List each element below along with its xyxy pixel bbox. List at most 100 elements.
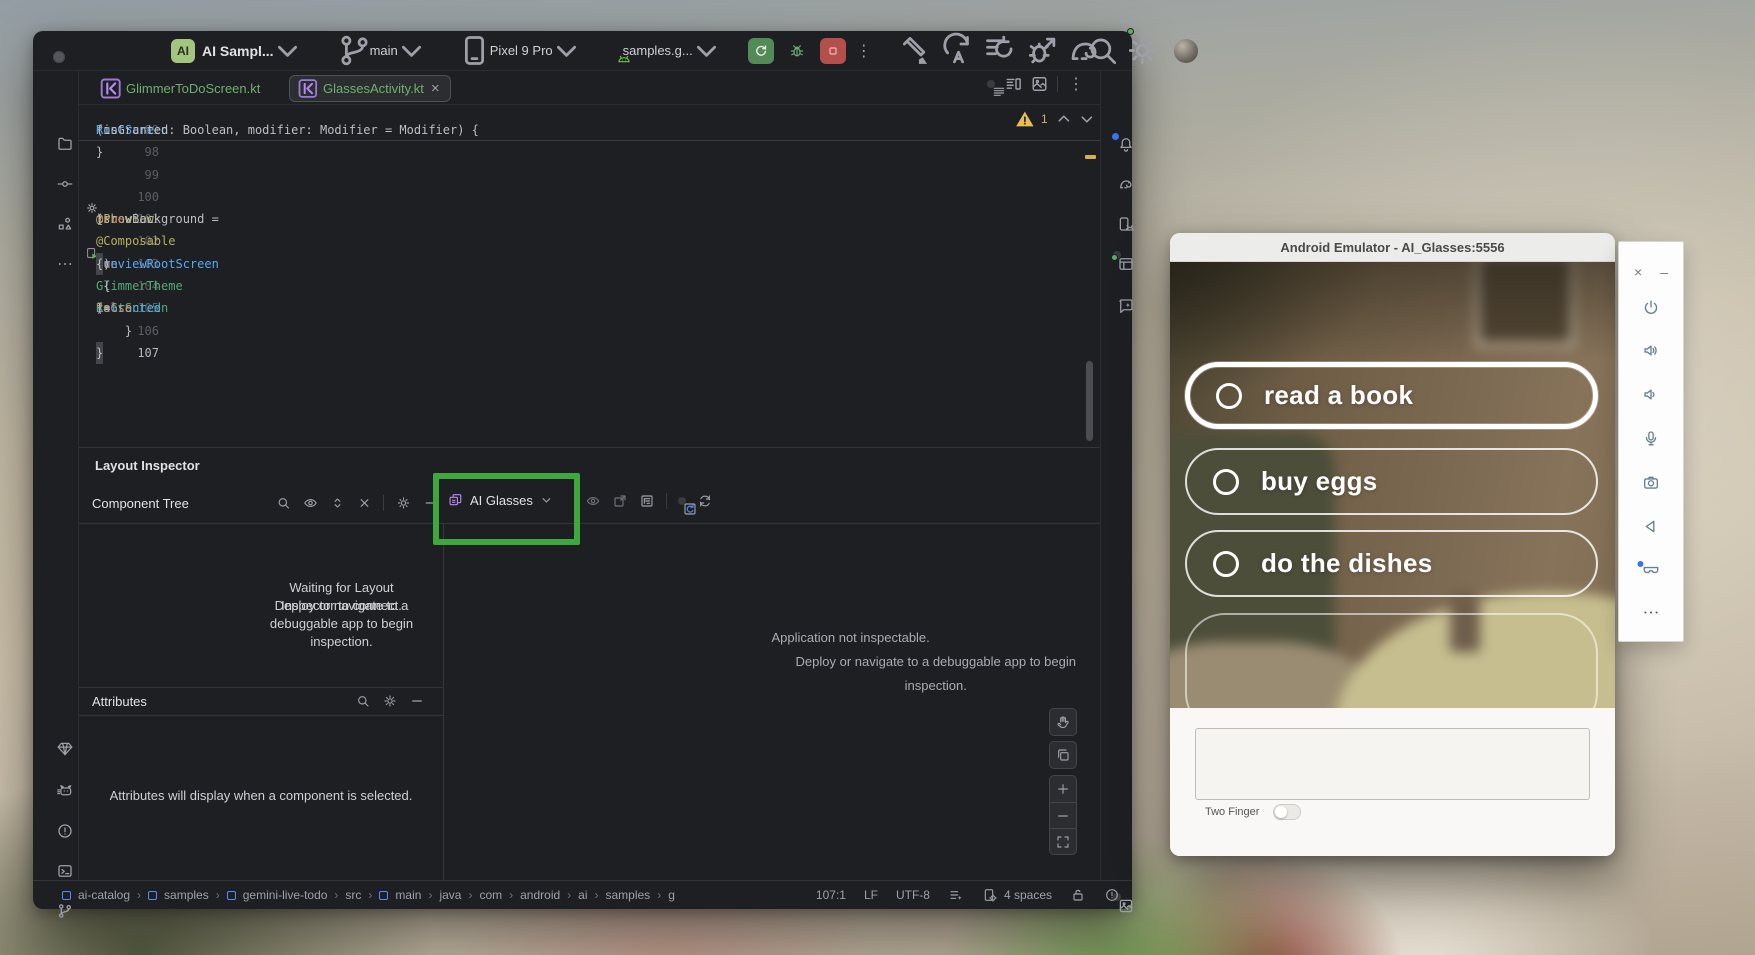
ellipsis-icon xyxy=(1642,603,1661,622)
breadcrumb-item[interactable]: java › xyxy=(439,888,472,902)
volume-down-button[interactable] xyxy=(1642,385,1661,409)
todo-item[interactable]: do the dishes xyxy=(1185,530,1598,597)
code-line[interactable]: 99 xyxy=(79,164,1100,186)
code-line[interactable]: 101@Preview(showBackground = true) xyxy=(79,208,1100,230)
todo-label: read a book xyxy=(1264,380,1413,411)
settings-gear-icon[interactable] xyxy=(1134,42,1152,60)
breadcrumb-item[interactable]: ai › xyxy=(578,888,598,902)
fit-screen-icon xyxy=(1055,834,1071,850)
close-panel-icon[interactable]: × xyxy=(1634,264,1642,280)
module-icon xyxy=(148,891,157,900)
kotlin-file-icon xyxy=(300,81,316,97)
back-button[interactable] xyxy=(1642,517,1661,541)
power-button[interactable] xyxy=(1642,298,1661,322)
volume-up-button[interactable] xyxy=(1642,341,1661,365)
zoom-out-button[interactable] xyxy=(1050,802,1076,828)
camera-button[interactable] xyxy=(1642,473,1661,497)
breadcrumb-separator-icon: › xyxy=(137,888,141,902)
resource-manager-icon[interactable] xyxy=(56,740,74,758)
structure-toolwindow-icon[interactable] xyxy=(56,215,74,233)
xr-glasses-button[interactable] xyxy=(1642,560,1661,584)
code-line[interactable]: 98} xyxy=(79,141,1100,163)
project-toolwindow-icon[interactable] xyxy=(56,135,74,153)
breadcrumb-separator-icon: › xyxy=(595,888,599,902)
copy-view-button[interactable] xyxy=(1049,741,1077,769)
attributes-message: Attributes will display when a component… xyxy=(79,788,443,803)
breadcrumb-item[interactable]: gemini-live-todo › xyxy=(227,888,339,902)
next-problem-icon[interactable] xyxy=(1080,112,1094,126)
zoom-fit-button[interactable] xyxy=(1050,828,1076,854)
code-editor[interactable]: 89fun RootScreen(isGranted: Boolean, mod… xyxy=(79,105,1100,447)
breadcrumb-item[interactable]: ai-catalog › xyxy=(62,888,141,902)
todo-label: buy eggs xyxy=(1261,466,1378,497)
radio-circle-icon[interactable] xyxy=(1213,469,1239,495)
gemini-chat-icon[interactable] xyxy=(1117,297,1135,315)
todo-item[interactable] xyxy=(1185,613,1598,708)
breadcrumb-label: ai-catalog xyxy=(78,888,130,902)
zoom-in-button[interactable] xyxy=(1050,776,1076,802)
emulator-screen[interactable]: read a book buy eggs do the dishes xyxy=(1170,262,1615,708)
breadcrumb-label: java xyxy=(439,888,461,902)
terminal-toolwindow-icon[interactable] xyxy=(56,862,74,880)
refresh-icon[interactable] xyxy=(697,493,713,509)
warning-stripe-mark[interactable] xyxy=(1085,155,1096,159)
minimize-panel-icon[interactable]: – xyxy=(1660,264,1668,280)
module-icon xyxy=(227,891,236,900)
pan-mode-button[interactable] xyxy=(1049,708,1077,736)
two-finger-toggle[interactable] xyxy=(1273,804,1301,820)
code-line[interactable]: 107} xyxy=(79,342,1100,364)
caret-position[interactable]: 107:1 xyxy=(816,888,846,902)
status-bar: ai-catalog › samples › gemini-live-todo … xyxy=(33,880,1132,909)
breadcrumb-item[interactable]: samples › xyxy=(148,888,220,902)
code-line[interactable]: 100 xyxy=(79,186,1100,208)
unlock-icon[interactable] xyxy=(1070,887,1086,903)
todo-item[interactable]: read a book xyxy=(1185,362,1598,429)
attributes-hide-icon[interactable] xyxy=(409,693,425,709)
editor-scrollbar[interactable] xyxy=(1086,361,1093,441)
radio-circle-icon[interactable] xyxy=(1216,383,1242,409)
more-toolwindows-icon[interactable] xyxy=(56,255,74,273)
code-line[interactable]: 102@Composable xyxy=(79,230,1100,252)
breadcrumb-item[interactable]: g › xyxy=(668,888,675,902)
breadcrumb: ai-catalog › samples › gemini-live-todo … xyxy=(62,888,675,902)
gradle-toolwindow-icon[interactable] xyxy=(1117,175,1135,193)
touchpad-area[interactable] xyxy=(1195,728,1590,800)
file-encoding[interactable]: UTF-8 xyxy=(896,888,930,902)
logcat-toolwindow-icon[interactable] xyxy=(56,782,74,800)
breadcrumb-item[interactable]: com › xyxy=(479,888,513,902)
code-line[interactable]: 105 RootScreen(isGranted = false) xyxy=(79,297,1100,319)
more-options-button[interactable] xyxy=(1642,603,1661,627)
radio-circle-icon[interactable] xyxy=(1213,551,1239,577)
commit-toolwindow-icon[interactable] xyxy=(56,175,74,193)
left-tool-strip xyxy=(33,71,79,880)
microphone-button[interactable] xyxy=(1642,429,1661,453)
problems-toolwindow-icon[interactable] xyxy=(56,822,74,840)
running-devices-icon[interactable] xyxy=(1117,215,1135,233)
breadcrumb-item[interactable]: android › xyxy=(520,888,571,902)
code-line[interactable]: 103fun PreviewRootScreen() { xyxy=(79,253,1100,275)
tab-glassesactivity[interactable]: GlassesActivity.kt × xyxy=(289,75,451,102)
indent-widget[interactable]: 4 spaces xyxy=(982,887,1052,903)
code-line[interactable]: 106 } xyxy=(79,320,1100,342)
code-line[interactable]: 104 GlimmerTheme { xyxy=(79,275,1100,297)
breadcrumb-label: samples xyxy=(164,888,209,902)
layout-inspector-panel-title: Layout Inspector xyxy=(95,458,200,473)
breadcrumb-item[interactable]: src › xyxy=(345,888,372,902)
notifications-bell-icon[interactable] xyxy=(1117,135,1135,153)
design-preview-icon[interactable] xyxy=(1031,76,1047,92)
todo-item[interactable]: buy eggs xyxy=(1185,448,1598,515)
component-tree-title: Component Tree xyxy=(92,496,189,511)
close-tab-icon[interactable]: × xyxy=(431,81,440,96)
code-line[interactable]: 89fun RootScreen(isGranted: Boolean, mod… xyxy=(79,119,1100,141)
line-ending[interactable]: LF xyxy=(864,888,878,902)
code-style-icon[interactable] xyxy=(948,887,964,903)
inspections-status-icon[interactable] xyxy=(1104,887,1120,903)
kotlin-file-icon xyxy=(103,81,119,97)
divider xyxy=(79,523,1100,524)
breadcrumb-item[interactable]: main › xyxy=(379,888,432,902)
breadcrumb-separator-icon: › xyxy=(468,888,472,902)
layout-inspector-toolwindow-button[interactable] xyxy=(1113,251,1121,259)
breadcrumb-item[interactable]: samples › xyxy=(606,888,662,902)
breadcrumb-separator-icon: › xyxy=(657,888,661,902)
emulator-titlebar[interactable]: Android Emulator - AI_Glasses:5556 xyxy=(1170,233,1615,262)
